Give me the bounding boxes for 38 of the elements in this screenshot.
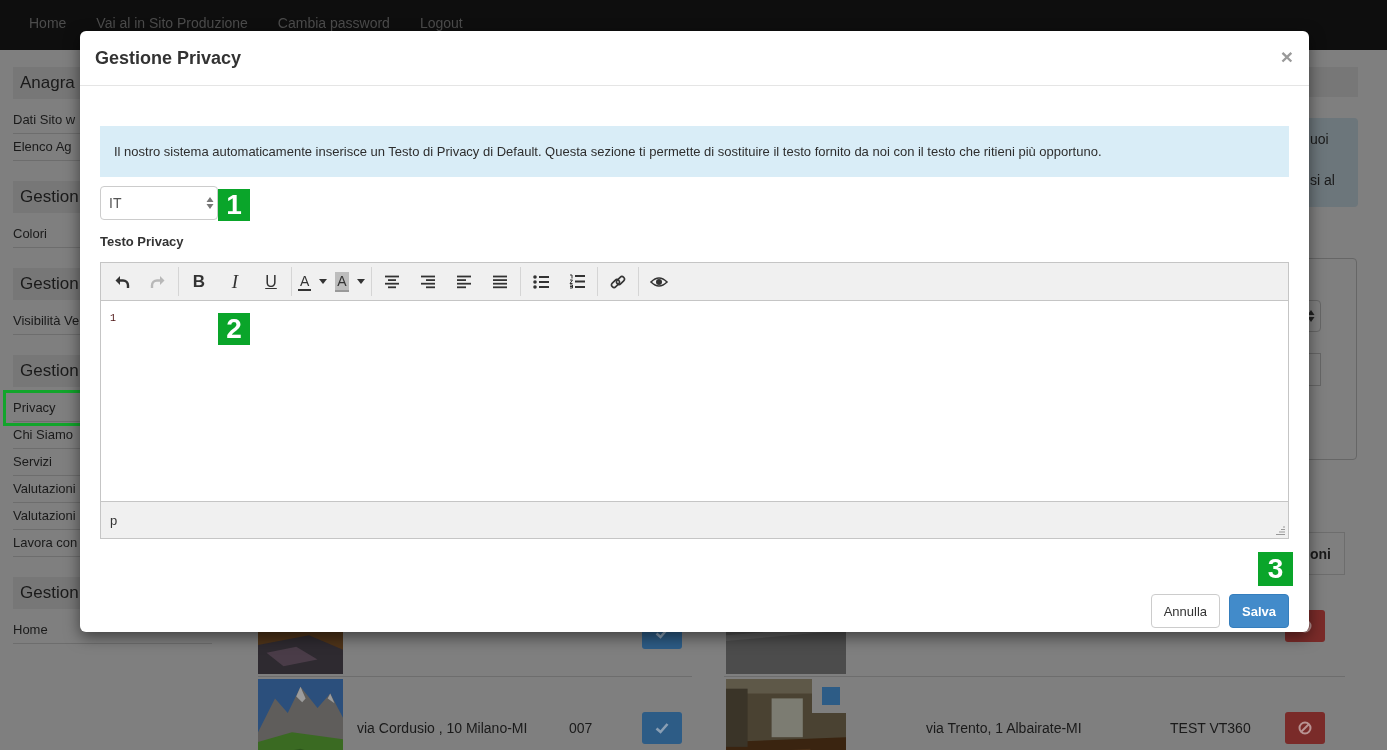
code-text: 007 — [569, 719, 593, 736]
code-text: TEST VT360 — [1170, 719, 1251, 736]
sidebar-link[interactable]: Visibilità Ve — [13, 313, 80, 328]
field-label: Testo Privacy — [100, 233, 185, 251]
address-text: via Trento, 1 Albairate-MI — [926, 719, 1082, 736]
dialog-title: Gestione Privacy — [95, 47, 242, 69]
sidebar-link[interactable]: Dati Sito w — [13, 112, 76, 127]
cancel-button[interactable]: Annulla — [1150, 594, 1220, 628]
step-badge: 2 — [218, 313, 250, 345]
close-button[interactable]: × — [1280, 45, 1293, 67]
notice-text: uoi — [1310, 131, 1329, 147]
underline-button[interactable]: U — [253, 267, 289, 296]
sidebar-link[interactable]: Lavora con — [13, 535, 78, 550]
nav-link[interactable]: Vai al in Sito Produzione — [96, 15, 248, 32]
sidebar-link[interactable]: Chi Siamo — [13, 427, 73, 442]
text-color-button[interactable]: A — [294, 267, 332, 296]
step-badge: 3 — [1258, 552, 1293, 586]
sidebar-link[interactable]: Valutazioni — [13, 481, 76, 496]
step-badge: 1 — [218, 189, 250, 221]
sidebar-link[interactable]: Colori — [13, 226, 47, 241]
sidebar-link[interactable]: Privacy — [13, 400, 56, 415]
nav-link[interactable]: Logout — [419, 15, 463, 32]
notice-text: si al — [1310, 172, 1335, 188]
nav-link[interactable]: Cambia password — [277, 15, 390, 32]
italic-button[interactable]: I — [217, 267, 253, 296]
editor-text: 1 — [110, 313, 116, 324]
sidebar-link[interactable]: Valutazioni — [13, 508, 76, 523]
sidebar-link[interactable]: Servizi — [13, 454, 52, 469]
sidebar-link[interactable]: Elenco Ag — [13, 139, 72, 154]
info-message: Il nostro sistema automaticamente inserisce un Testo di Privacy di Default. Questa sezione ti permette di sostituire il testo fornito da noi con il testo che ritieni più opportuno. — [100, 126, 1289, 177]
nav-link[interactable]: Home — [29, 15, 67, 32]
sidebar-link[interactable]: Home — [13, 622, 48, 637]
column-header: oni — [1310, 545, 1331, 562]
element-path: p — [110, 512, 118, 528]
background-color-button[interactable]: A — [331, 267, 369, 296]
save-button[interactable]: Salva — [1229, 594, 1289, 628]
language-select[interactable]: IT — [100, 186, 218, 220]
address-text: via Cordusio , 10 Milano-MI — [357, 719, 528, 736]
